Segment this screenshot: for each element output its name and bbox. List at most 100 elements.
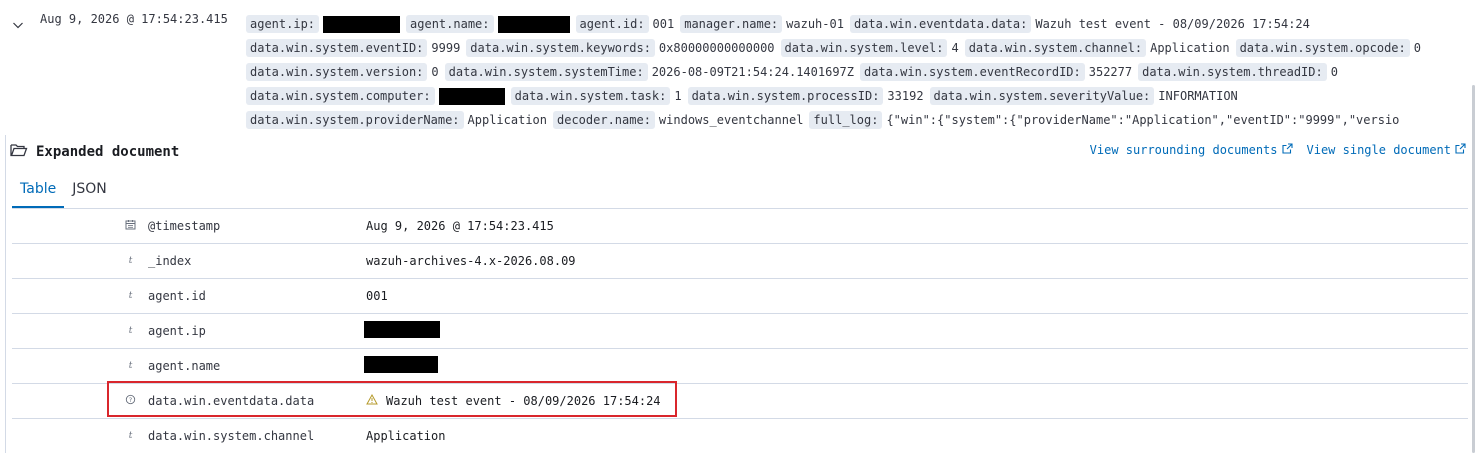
summary-field-key: data.win.system.severityValue: <box>929 87 1155 105</box>
collapse-chevron-icon[interactable] <box>12 16 24 29</box>
string-type-icon: t <box>124 254 136 266</box>
summary-field-key: data.win.system.threadID: <box>1138 63 1327 81</box>
string-type-icon: t <box>124 429 136 441</box>
string-type-icon: t <box>124 324 136 336</box>
view-surrounding-documents-link[interactable]: View surrounding documents <box>1090 143 1293 157</box>
external-link-icon <box>1455 143 1466 157</box>
summary-field-key: data.win.system.opcode: <box>1235 39 1410 57</box>
document-view-tabs: Table JSON <box>12 174 115 208</box>
expanded-document-header: Expanded document <box>10 142 179 161</box>
document-links: View surrounding documents View single d… <box>1090 143 1466 157</box>
calendar-icon <box>124 219 136 231</box>
summary-field-value: 4 <box>951 41 959 55</box>
summary-field-key: agent.ip: <box>246 15 320 33</box>
table-row: t data.win.system.channel Application <box>12 419 1468 453</box>
expanded-document-title: Expanded document <box>36 143 180 160</box>
field-value-text: 001 <box>366 289 388 303</box>
summary-field-key: data.win.system.systemTime: <box>444 63 648 81</box>
summary-field-value: 2026-08-09T21:54:24.1401697Z <box>651 65 854 79</box>
summary-field-value: 0 <box>1413 41 1421 55</box>
field-value-text: Application <box>366 429 446 443</box>
tab-json[interactable]: JSON <box>64 174 115 208</box>
svg-text:t: t <box>128 291 132 300</box>
summary-field-value: 0 <box>431 65 439 79</box>
summary-field-value: Application <box>1150 41 1230 55</box>
summary-field-key: data.win.system.providerName: <box>246 111 464 129</box>
summary-field-key: full_log: <box>809 111 883 129</box>
annotation-highlight-box <box>107 381 677 417</box>
field-name: agent.name <box>148 359 221 373</box>
summary-field-value: 001 <box>652 17 675 31</box>
summary-field-key: data.win.system.level: <box>780 39 948 57</box>
summary-field-key: data.win.system.eventID: <box>246 39 428 57</box>
svg-text:t: t <box>128 361 132 370</box>
field-value: Aug 9, 2026 @ 17:54:23.415 <box>366 219 554 233</box>
summary-field-key: decoder.name: <box>553 111 655 129</box>
field-value <box>364 356 438 373</box>
summary-field-value: Application <box>467 113 547 127</box>
summary-field-value: 9999 <box>431 41 461 55</box>
field-value-text: wazuh-archives-4.x-2026.08.09 <box>366 254 576 268</box>
summary-line: data.win.system.computer: data.win.system… <box>246 84 1472 108</box>
redacted-value <box>364 321 440 338</box>
summary-field-key: data.win.system.keywords: <box>466 39 655 57</box>
table-row: t _index wazuh-archives-4.x-2026.08.09 <box>12 244 1468 279</box>
external-link-icon <box>1281 143 1293 157</box>
field-value <box>364 321 440 338</box>
summary-field-key: manager.name: <box>680 15 783 33</box>
left-divider <box>5 135 6 453</box>
svg-text:t: t <box>128 256 132 265</box>
summary-field-key: data.win.system.eventRecordID: <box>860 63 1085 81</box>
summary-line: agent.ip: agent.name: agent.id: 001 manager.… <box>246 12 1472 36</box>
summary-field-value: 1 <box>674 89 682 103</box>
summary-field-key: agent.name: <box>406 15 494 33</box>
redacted-value <box>438 87 505 105</box>
tab-table[interactable]: Table <box>12 174 65 208</box>
view-single-document-label: View single document <box>1306 143 1452 157</box>
table-row: t agent.ip <box>12 314 1468 349</box>
redacted-value <box>323 15 401 33</box>
discover-document-view: Aug 9, 2026 @ 17:54:23.415 agent.ip: agen… <box>0 0 1480 453</box>
field-value: 001 <box>366 289 388 303</box>
summary-field-key: data.win.system.computer: <box>246 87 435 105</box>
summary-field-key: data.win.system.processID: <box>687 87 884 105</box>
field-value: wazuh-archives-4.x-2026.08.09 <box>366 254 576 268</box>
redacted-value <box>497 15 570 33</box>
summary-field-value: wazuh-01 <box>786 17 844 31</box>
summary-field-key: data.win.system.task: <box>510 87 671 105</box>
redacted-value <box>364 356 438 373</box>
summary-field-value: 352277 <box>1088 65 1133 79</box>
row-timestamp: Aug 9, 2026 @ 17:54:23.415 <box>40 12 228 26</box>
row-summary: agent.ip: agent.name: agent.id: 001 manager.… <box>246 12 1472 132</box>
summary-field-value: 0x80000000000000 <box>658 41 775 55</box>
table-row: t agent.id 001 <box>12 279 1468 314</box>
summary-line: data.win.system.version: 0 data.win.system… <box>246 60 1472 84</box>
svg-text:t: t <box>128 326 132 335</box>
view-single-document-link[interactable]: View single document <box>1307 143 1467 157</box>
summary-line: data.win.system.providerName: Application… <box>246 108 1472 132</box>
string-type-icon: t <box>124 359 136 371</box>
field-name: _index <box>148 254 192 268</box>
field-name: data.win.system.channel <box>148 429 315 443</box>
summary-field-value: Wazuh test event - 08/09/2026 17:54:24 <box>1035 17 1310 31</box>
summary-field-value: 33192 <box>887 89 924 103</box>
summary-line: data.win.system.eventID: 9999 data.win.sys… <box>246 36 1472 60</box>
summary-field-key: data.win.system.version: <box>246 63 428 81</box>
summary-field-key: agent.id: <box>575 15 649 33</box>
field-name: agent.id <box>148 289 206 303</box>
summary-field-value: INFORMATION <box>1158 89 1238 103</box>
view-surrounding-documents-label: View surrounding documents <box>1089 143 1278 157</box>
field-value-text: Aug 9, 2026 @ 17:54:23.415 <box>366 219 554 233</box>
summary-field-value: {"win":{"system":{"providerName":"Applic… <box>886 113 1400 127</box>
folder-open-icon <box>10 142 28 161</box>
table-row: @timestamp Aug 9, 2026 @ 17:54:23.415 <box>12 209 1468 244</box>
string-type-icon: t <box>124 289 136 301</box>
field-value: Application <box>366 429 445 443</box>
field-name: agent.ip <box>148 324 206 338</box>
summary-field-value: 0 <box>1330 65 1338 79</box>
summary-field-value: windows_eventchannel <box>658 113 804 127</box>
summary-field-key: data.win.system.channel: <box>964 39 1147 57</box>
table-row: t agent.name <box>12 349 1468 384</box>
svg-text:t: t <box>128 431 132 440</box>
scrollbar[interactable] <box>1472 85 1475 453</box>
